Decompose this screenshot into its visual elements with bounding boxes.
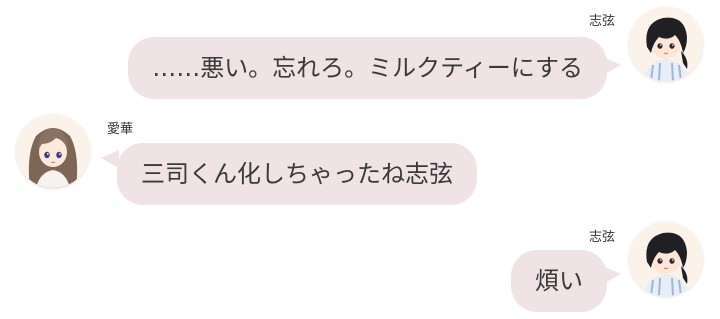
- shigen-avatar-icon: [629, 222, 703, 296]
- aika-avatar-icon: [16, 114, 90, 188]
- message-text: 煩い: [535, 267, 583, 295]
- message-bubble: 三司くん化しちゃったね志弦: [117, 143, 477, 205]
- message-text: ……悪い。忘れろ。ミルクティーにする: [152, 54, 583, 82]
- bubble-tail: [603, 266, 621, 284]
- speaker-name: 志弦: [588, 14, 615, 29]
- speaker-name: 志弦: [588, 230, 615, 245]
- bubble-tail: [603, 57, 621, 75]
- chat-message: 志弦 煩い: [0, 220, 720, 319]
- message-text: 三司くん化しちゃったね志弦: [141, 160, 453, 188]
- speaker-name: 愛華: [107, 122, 134, 137]
- message-bubble: ……悪い。忘れろ。ミルクティーにする: [128, 37, 607, 99]
- chat-message: 志弦 ……悪い。忘れろ。ミルクティーにする: [0, 0, 720, 110]
- message-bubble: 煩い: [511, 250, 607, 312]
- chat-message: 愛華 三司くん化しちゃったね志弦: [0, 110, 720, 220]
- chat-log: 志弦 ……悪い。忘れろ。ミルクティーにする 愛華 三司くん化しちゃったね志弦 志…: [0, 0, 720, 319]
- shigen-avatar-icon: [629, 7, 703, 81]
